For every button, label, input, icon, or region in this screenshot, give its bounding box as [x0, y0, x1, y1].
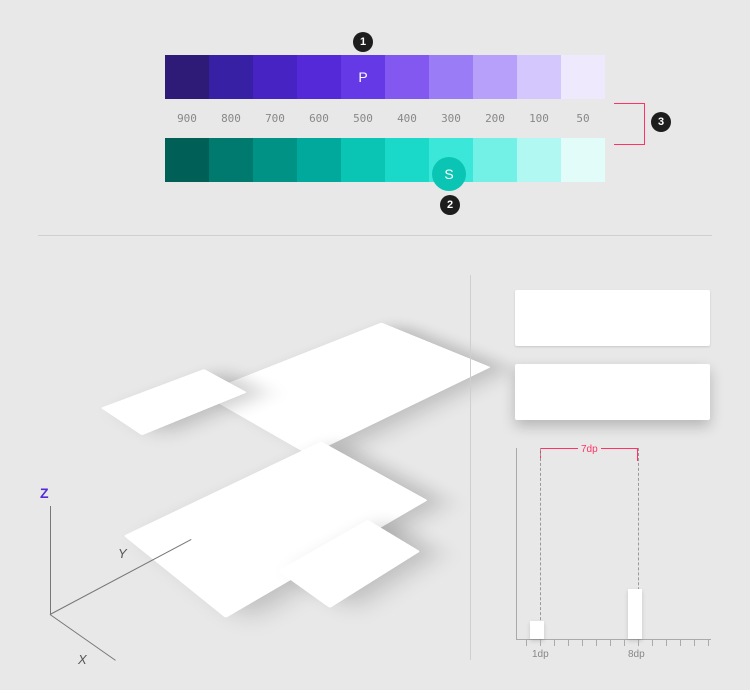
shade-label: 50 [561, 112, 605, 125]
chart-tick [582, 640, 583, 646]
shade-label: 300 [429, 112, 473, 125]
primary-chip-label: P [358, 69, 367, 85]
chart-dash [540, 448, 541, 640]
chart-xlabel-1: 1dp [532, 649, 549, 660]
diagram-canvas: 90080070060050040030020010050 P S 1 2 3 … [0, 0, 750, 690]
chart-y-axis [516, 448, 517, 640]
swatch [385, 55, 429, 99]
swatch [253, 138, 297, 182]
elevation-card-low [515, 290, 710, 346]
isometric-surfaces [40, 275, 460, 635]
axis-z-label: Z [40, 485, 49, 501]
chart-tick [652, 640, 653, 646]
chart-bar-1dp [530, 621, 544, 639]
shade-label: 400 [385, 112, 429, 125]
callout-3: 3 [651, 112, 671, 132]
shade-label: 100 [517, 112, 561, 125]
shade-label: 600 [297, 112, 341, 125]
section-divider [38, 235, 712, 236]
shade-label: 700 [253, 112, 297, 125]
swatch [517, 55, 561, 99]
callout-3-bracket [614, 103, 645, 145]
swatch [473, 55, 517, 99]
swatch [165, 138, 209, 182]
secondary-chip-label: S [444, 166, 453, 182]
chart-tick [568, 640, 569, 646]
chart-tick [610, 640, 611, 646]
swatch [341, 138, 385, 182]
chart-tick [638, 640, 639, 646]
axis-y-label: Y [118, 546, 127, 561]
chart-tick [526, 640, 527, 646]
axis-x-label: X [78, 652, 87, 667]
swatch [385, 138, 429, 182]
chart-tick [694, 640, 695, 646]
swatch [209, 138, 253, 182]
swatch [297, 55, 341, 99]
callout-1-label: 1 [360, 36, 366, 48]
secondary-palette [165, 138, 605, 182]
chart-xlabel-2: 8dp [628, 649, 645, 660]
axis-z-line [50, 506, 51, 614]
swatch [561, 55, 605, 99]
shade-label: 900 [165, 112, 209, 125]
chart-tick [666, 640, 667, 646]
swatch [473, 138, 517, 182]
callout-2: 2 [440, 195, 460, 215]
swatch [561, 138, 605, 182]
chart-tick [624, 640, 625, 646]
shade-label: 800 [209, 112, 253, 125]
chart-tick [540, 640, 541, 646]
shade-label: 500 [341, 112, 385, 125]
swatch [253, 55, 297, 99]
swatch [209, 55, 253, 99]
chart-bar-8dp [628, 589, 642, 639]
elevation-card-high [515, 364, 710, 420]
secondary-chip: S [432, 157, 466, 191]
swatch [297, 138, 341, 182]
column-divider [470, 275, 471, 660]
chart-x-axis [516, 639, 711, 640]
swatch [165, 55, 209, 99]
chart-measure-label: 7dp [578, 444, 601, 455]
swatch [517, 138, 561, 182]
chart-tick [708, 640, 709, 646]
callout-1: 1 [353, 32, 373, 52]
callout-2-label: 2 [447, 199, 453, 211]
primary-chip: P [346, 60, 380, 94]
iso-card [201, 323, 490, 456]
shade-labels-row: 90080070060050040030020010050 [165, 112, 605, 125]
primary-palette [165, 55, 605, 99]
callout-3-label: 3 [658, 116, 664, 128]
elevation-chart: 7dp 1dp 8dp [516, 448, 711, 658]
shade-label: 200 [473, 112, 517, 125]
swatch [429, 55, 473, 99]
chart-tick [554, 640, 555, 646]
chart-tick [680, 640, 681, 646]
chart-tick [596, 640, 597, 646]
